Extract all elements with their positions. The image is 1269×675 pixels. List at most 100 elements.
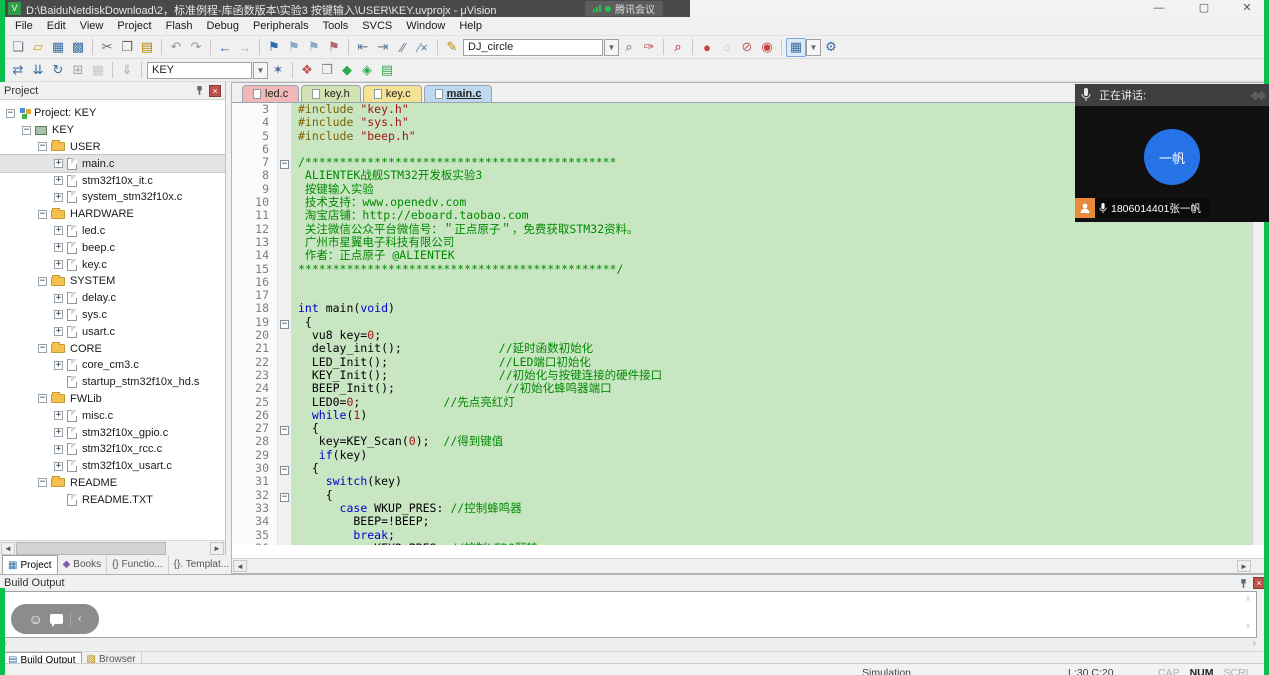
menu-item-tools[interactable]: Tools [316,18,356,34]
window-layout-icon[interactable]: ▦ [786,38,806,57]
editor-tab-key-c[interactable]: key.c [363,85,422,102]
fold-collapse-icon[interactable]: − [280,320,289,329]
scroll-left-icon[interactable]: ◄ [233,560,247,572]
tree-expand-icon[interactable]: − [38,142,47,151]
menu-item-view[interactable]: View [73,18,111,34]
tree-expand-icon[interactable]: + [54,193,63,202]
scroll-right-icon[interactable]: › [1253,638,1256,649]
tree-expand-icon[interactable]: − [6,109,15,118]
scroll-right-icon[interactable]: ► [1237,560,1251,572]
open-file-icon[interactable]: ▱ [28,38,48,57]
pin-icon[interactable] [1238,578,1249,589]
download-icon[interactable]: ⇓ [117,61,137,80]
editor-hscrollbar[interactable]: ◄ ► [232,558,1268,573]
tree-node-readme[interactable]: −README [0,475,225,492]
tree-node-key-c[interactable]: +key.c [0,256,225,273]
breakpoint-enable-all-icon[interactable]: ◉ [757,38,777,57]
pack-installer-icon[interactable]: ▤ [377,61,397,80]
save-icon[interactable]: ▦ [48,38,68,57]
build-output-hscrollbar[interactable]: ‹ › [0,638,1262,651]
tree-expand-icon[interactable]: + [54,226,63,235]
nav-back-icon[interactable]: ← [215,38,235,57]
tree-node-stm32f10x-usart-c[interactable]: +stm32f10x_usart.c [0,458,225,475]
target-combo[interactable]: KEY [147,62,252,79]
menu-item-flash[interactable]: Flash [159,18,200,34]
find-in-files-icon[interactable]: ✎ [442,38,462,57]
unindent-icon[interactable]: ⇤ [353,38,373,57]
menu-item-edit[interactable]: Edit [40,18,73,34]
tree-node-user[interactable]: −USER [0,139,225,156]
tree-expand-icon[interactable]: + [54,361,63,370]
panel-tab-books[interactable]: ◆Books [58,555,108,574]
tree-node-main-c[interactable]: +main.c [0,155,225,172]
copy-icon[interactable]: ❐ [117,38,137,57]
undo-icon[interactable]: ↶ [166,38,186,57]
build-output-scrollbar[interactable]: ∧∨ [1242,594,1254,637]
tree-expand-icon[interactable]: + [54,445,63,454]
build-output-console[interactable]: ∧∨ ☺ ‹ [2,591,1257,638]
pin-icon[interactable] [194,85,205,96]
tree-node-core[interactable]: −CORE [0,340,225,357]
paste-icon[interactable]: ▤ [137,38,157,57]
tree-node-stm32f10x-it-c[interactable]: +stm32f10x_it.c [0,172,225,189]
fold-collapse-icon[interactable]: − [280,426,289,435]
find-combo[interactable]: DJ_circle [463,39,603,56]
rebuild-icon[interactable]: ↻ [48,61,68,80]
editor-tab-led-c[interactable]: led.c [242,85,299,102]
tree-expand-icon[interactable]: + [54,159,63,168]
menu-item-help[interactable]: Help [452,18,489,34]
fold-collapse-icon[interactable]: − [280,466,289,475]
meeting-video-tile[interactable]: 一帆 1806014401张一帆 [1075,106,1269,222]
options-for-target-icon[interactable]: ✶ [268,61,288,80]
scroll-thumb[interactable] [16,542,166,555]
tree-node-hardware[interactable]: −HARDWARE [0,206,225,223]
tree-expand-icon[interactable]: + [54,243,63,252]
nav-forward-icon[interactable]: → [235,38,255,57]
editor-tab-key-h[interactable]: key.h [301,85,360,102]
tree-node-misc-c[interactable]: +misc.c [0,407,225,424]
tree-expand-icon[interactable]: + [54,310,63,319]
tree-expand-icon[interactable]: + [54,428,63,437]
runtime-environment-icon[interactable]: ◆ [337,61,357,80]
incremental-find-icon[interactable]: ✑ [639,38,659,57]
dropdown-arrow-icon[interactable]: ▼ [806,39,821,56]
tree-node-key[interactable]: −KEY [0,122,225,139]
project-tree-hscrollbar[interactable]: ◄ ► [0,540,225,555]
manage-project-items-icon[interactable]: ❖ [297,61,317,80]
menu-item-debug[interactable]: Debug [200,18,246,34]
tree-node-system[interactable]: −SYSTEM [0,273,225,290]
tree-expand-icon[interactable]: + [54,462,63,471]
tree-node-stm32f10x-rcc-c[interactable]: +stm32f10x_rcc.c [0,441,225,458]
panel-tab--functio-[interactable]: {} Functio... [107,555,169,574]
tree-node-stm32f10x-gpio-c[interactable]: +stm32f10x_gpio.c [0,424,225,441]
find-next-icon[interactable]: ⌕ [619,38,639,57]
tree-node-sys-c[interactable]: +sys.c [0,307,225,324]
breakpoint-kill-all-icon[interactable]: ⊘ [737,38,757,57]
tree-expand-icon[interactable]: + [54,327,63,336]
bookmark-prev-icon[interactable]: ⚑ [284,38,304,57]
translate-icon[interactable]: ⇄ [8,61,28,80]
tree-expand-icon[interactable]: + [54,411,63,420]
tree-node-startup-stm32f10x-hd-s[interactable]: startup_stm32f10x_hd.s [0,374,225,391]
tree-expand-icon[interactable]: − [38,277,47,286]
uncomment-icon[interactable]: ∕× [413,38,433,57]
save-all-icon[interactable]: ▩ [68,38,88,57]
minimize-button[interactable]: — [1140,0,1178,17]
menu-item-svcs[interactable]: SVCS [355,18,399,34]
panel-tab--templat-[interactable]: {}. Templat... [169,555,235,574]
menu-item-peripherals[interactable]: Peripherals [246,18,316,34]
tree-node-led-c[interactable]: +led.c [0,223,225,240]
tree-node-delay-c[interactable]: +delay.c [0,290,225,307]
close-button[interactable]: ✕ [1228,0,1266,17]
tree-expand-icon[interactable]: − [38,394,47,403]
build-icon[interactable]: ⇊ [28,61,48,80]
new-file-icon[interactable]: ❏ [8,38,28,57]
tree-node-core-cm3-c[interactable]: +core_cm3.c [0,357,225,374]
scroll-right-icon[interactable]: ► [210,542,224,555]
menu-item-file[interactable]: File [8,18,40,34]
collapse-pill-icon[interactable]: ‹ [78,613,82,625]
fold-collapse-icon[interactable]: − [280,160,289,169]
maximize-button[interactable]: ▢ [1185,0,1223,17]
bookmark-clear-icon[interactable]: ⚑ [324,38,344,57]
indent-icon[interactable]: ⇥ [373,38,393,57]
